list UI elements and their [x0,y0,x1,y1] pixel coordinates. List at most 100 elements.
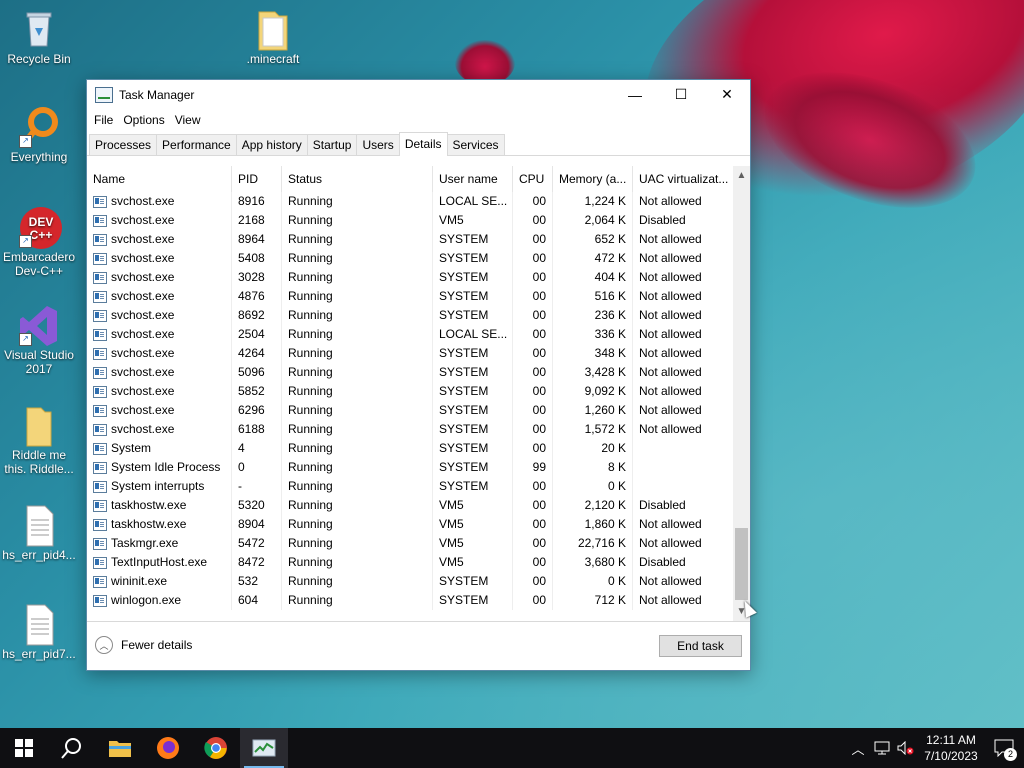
window-title: Task Manager [119,87,195,102]
process-icon [93,404,107,417]
cell-uac: Disabled [639,498,686,512]
column-header-memory[interactable]: Memory (a... [553,166,633,192]
cell-uac: Not allowed [639,403,702,417]
cell-pid: 3028 [232,268,282,287]
vertical-scrollbar[interactable]: ▲ ▼ [733,166,750,621]
tab-app-history[interactable]: App history [235,134,308,155]
column-header-pid[interactable]: PID [232,166,282,192]
tab-users[interactable]: Users [356,134,400,155]
process-table: ^ Name PID Status User name CPU Memory (… [87,166,750,621]
cell-cpu: 00 [513,420,553,439]
process-icon [93,537,107,550]
table-row[interactable]: svchost.exe 5408 Running SYSTEM 00 472 K Not a… [87,249,750,268]
table-row[interactable]: System Idle Process 0 Running SYSTEM 99 8 K [87,458,750,477]
tab-processes[interactable]: Processes [89,134,158,155]
desktop-icon-devcpp[interactable]: DEV C++ ↗ Embarcadero Dev-C++ [1,206,77,278]
column-header-status[interactable]: Status [282,166,433,192]
table-row[interactable]: svchost.exe 6188 Running SYSTEM 00 1,572 K Not… [87,420,750,439]
cell-status: Running [282,230,433,249]
end-task-button[interactable]: End task [659,635,742,657]
desktop-icon-riddle-folder[interactable]: Riddle me this. Riddle... [1,404,77,476]
tab-startup[interactable]: Startup [306,134,358,155]
desktop-icon-minecraft-folder[interactable]: .minecraft [235,8,311,66]
process-name: taskhostw.exe [111,498,187,512]
cell-user: SYSTEM [433,401,513,420]
volume-muted-icon[interactable] [894,728,918,768]
network-icon[interactable] [870,728,894,768]
table-row[interactable]: svchost.exe 8964 Running SYSTEM 00 652 K Not a… [87,230,750,249]
table-row[interactable]: wininit.exe 532 Running SYSTEM 00 0 K Not allo… [87,572,750,591]
tab-details[interactable]: Details [398,132,448,156]
action-center-button[interactable]: 2 [984,728,1024,768]
table-row[interactable]: svchost.exe 2168 Running VM5 00 2,064 K Disabl… [87,211,750,230]
table-body: svchost.exe 8916 Running LOCAL SE... 00 1,224… [87,192,750,610]
window-controls: — ☐ ✕ [612,80,750,109]
taskbar-chrome[interactable] [192,728,240,768]
cell-status: Running [282,401,433,420]
taskbar-task-manager[interactable] [240,728,288,768]
taskbar-firefox[interactable] [144,728,192,768]
desktop-icon-hs-err-1[interactable]: hs_err_pid4... [1,504,77,562]
table-row[interactable]: svchost.exe 4264 Running SYSTEM 00 348 K Not a… [87,344,750,363]
table-row[interactable]: taskhostw.exe 5320 Running VM5 00 2,120 K Disa… [87,496,750,515]
table-row[interactable]: svchost.exe 6296 Running SYSTEM 00 1,260 K Not… [87,401,750,420]
desktop-icon-everything[interactable]: ↗ Everything [1,106,77,164]
chevron-up-icon[interactable]: ︿ [846,728,870,768]
cell-pid: 5408 [232,249,282,268]
desktop-icon-hs-err-2[interactable]: hs_err_pid7... [1,603,77,661]
column-header-uac[interactable]: UAC virtualizat... [633,166,733,192]
maximize-button[interactable]: ☐ [658,80,704,109]
cell-user: SYSTEM [433,420,513,439]
cell-cpu: 00 [513,192,553,211]
table-row[interactable]: svchost.exe 2504 Running LOCAL SE... 00 336 K… [87,325,750,344]
title-bar[interactable]: Task Manager — ☐ ✕ [87,80,750,109]
table-row[interactable]: svchost.exe 4876 Running SYSTEM 00 516 K Not a… [87,287,750,306]
menu-file[interactable]: File [89,113,118,127]
table-row[interactable]: svchost.exe 5852 Running SYSTEM 00 9,092 K Not… [87,382,750,401]
close-button[interactable]: ✕ [704,80,750,109]
cell-name: svchost.exe [87,420,232,439]
cell-cpu: 00 [513,268,553,287]
fewer-details-link[interactable]: ︿ Fewer details [95,636,192,654]
column-header-user-name[interactable]: User name [433,166,513,192]
desktop-icon-visual-studio[interactable]: ↗ Visual Studio 2017 [1,304,77,376]
cell-uac: Not allowed [639,289,702,303]
table-row[interactable]: System 4 Running SYSTEM 00 20 K [87,439,750,458]
table-row[interactable]: Taskmgr.exe 5472 Running VM5 00 22,716 K Not a… [87,534,750,553]
column-header-name[interactable]: Name [87,166,232,192]
table-row[interactable]: taskhostw.exe 8904 Running VM5 00 1,860 K Not … [87,515,750,534]
table-row[interactable]: svchost.exe 3028 Running SYSTEM 00 404 K Not a… [87,268,750,287]
cell-pid: 8904 [232,515,282,534]
clock[interactable]: 12:11 AM 7/10/2023 [918,732,984,764]
minimize-button[interactable]: — [612,80,658,109]
table-row[interactable]: System interrupts - Running SYSTEM 00 0 K [87,477,750,496]
cell-name: svchost.exe [87,344,232,363]
table-row[interactable]: svchost.exe 8692 Running SYSTEM 00 236 K Not a… [87,306,750,325]
cell-name: svchost.exe [87,249,232,268]
cell-uac: Not allowed [639,593,702,607]
window-footer: ︿ Fewer details End task [87,621,750,670]
table-row[interactable]: winlogon.exe 604 Running SYSTEM 00 712 K Not a… [87,591,750,610]
scroll-up-arrow-icon[interactable]: ▲ [733,170,750,181]
tab-services[interactable]: Services [446,134,505,155]
table-row[interactable]: svchost.exe 8916 Running LOCAL SE... 00 1,224… [87,192,750,211]
process-icon [93,518,107,531]
menu-options[interactable]: Options [118,113,169,127]
cell-uac: Not allowed [639,346,702,360]
scrollbar-thumb[interactable] [735,528,748,600]
cell-user: SYSTEM [433,268,513,287]
table-row[interactable]: svchost.exe 5096 Running SYSTEM 00 3,428 K Not… [87,363,750,382]
desktop-icon-label: hs_err_pid4... [2,548,76,562]
column-header-cpu[interactable]: CPU [513,166,553,192]
cell-status: Running [282,306,433,325]
cell-pid: 4264 [232,344,282,363]
tab-performance[interactable]: Performance [156,134,237,155]
cell-user: VM5 [433,496,513,515]
search-button[interactable] [48,728,96,768]
system-tray: ︿ 12:11 AM 7/10/2023 2 [846,728,1024,768]
table-row[interactable]: TextInputHost.exe 8472 Running VM5 00 3,680 K… [87,553,750,572]
start-button[interactable] [0,728,48,768]
menu-view[interactable]: View [170,113,206,127]
desktop-icon-recycle-bin[interactable]: Recycle Bin [1,8,77,66]
taskbar-file-explorer[interactable] [96,728,144,768]
